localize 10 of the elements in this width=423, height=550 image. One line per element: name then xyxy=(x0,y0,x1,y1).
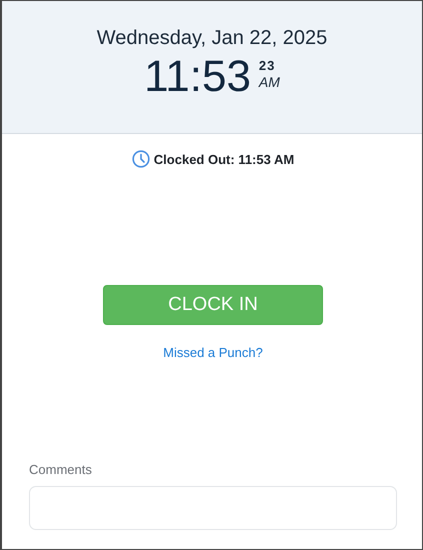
current-time: 11:53 xyxy=(144,52,251,102)
seconds-text: 23 xyxy=(258,58,276,73)
comments-field[interactable] xyxy=(29,486,397,530)
comments-label: Comments xyxy=(29,462,93,477)
missed-punch-link[interactable]: Missed a Punch? xyxy=(163,345,263,360)
date-text: Wednesday, Jan 22, 2025 xyxy=(96,26,328,50)
clock-icon xyxy=(132,150,150,168)
clock-in-button[interactable]: CLOCK IN xyxy=(103,285,323,325)
status-text: Clocked Out: 11:53 AM xyxy=(154,152,294,166)
meridiem-text: AM xyxy=(258,73,280,91)
